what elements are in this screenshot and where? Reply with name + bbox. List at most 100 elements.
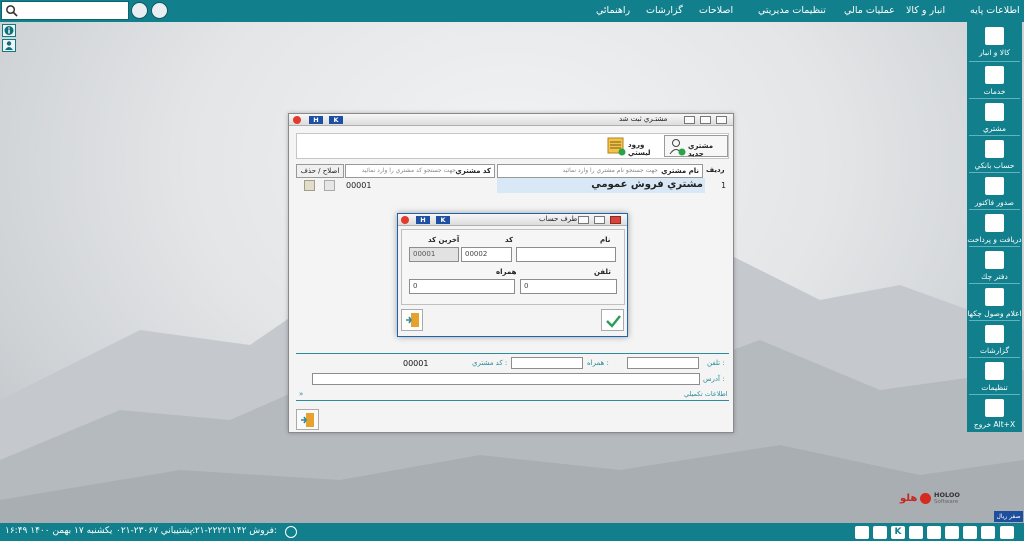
sidebar-item-check-receipt[interactable]: اعلام وصول چكها [967, 285, 1022, 322]
sidebar-item-checkbook[interactable]: دفتر چك [967, 248, 1022, 285]
search-box[interactable] [1, 1, 129, 20]
sidebar-item-invoice[interactable]: صدور فاكتور [967, 174, 1022, 211]
phone-label: تلفن : [707, 359, 725, 367]
table-shortcut-icon[interactable] [963, 526, 977, 539]
user-icon[interactable] [2, 39, 16, 52]
sidebar-item-bank[interactable]: حساب بانكي [967, 137, 1022, 174]
row-customer-name: مشتري فروش عمومي [591, 179, 703, 190]
numbers-shortcut-icon[interactable] [981, 526, 995, 539]
address-label: آدرس : [703, 375, 725, 383]
phone-label: تلفن [594, 268, 611, 276]
reports-icon [985, 325, 1004, 343]
dialog-title: طرف حساب [539, 215, 578, 223]
mail-icon [985, 288, 1004, 306]
customer-detail-panel: تلفن : همراه : كد مشتري : 00001 آدرس : »… [296, 353, 729, 401]
menu-corrections[interactable]: اصلاحات [699, 0, 733, 22]
menu-reports[interactable]: گزارشات [646, 0, 683, 22]
action-toolbar: مشتري جديد ورود ليستي [296, 133, 729, 159]
menu-financial[interactable]: عملیات مالي [844, 0, 895, 22]
gear-icon [985, 362, 1004, 380]
dialog-close-icon[interactable] [401, 216, 409, 224]
calculator-shortcut-icon[interactable] [945, 526, 959, 539]
k-shortcut-icon[interactable]: K [891, 526, 905, 539]
sidebar-item-exit[interactable]: خروج Alt+X [967, 396, 1022, 433]
expand-icon[interactable]: » [299, 390, 303, 398]
edit-delete-header: اصلاح / حذف [296, 164, 344, 178]
code-search-field[interactable]: كد مشتري جهت جستجو كد مشتري را وارد نمائ… [345, 164, 495, 178]
sidebar-item-payment[interactable]: دريافت و پرداخت [967, 211, 1022, 248]
list-shortcut-icon[interactable] [927, 526, 941, 539]
new-customer-button[interactable]: مشتري جديد [664, 135, 728, 158]
logo-dot [920, 493, 931, 504]
name-search-field[interactable]: نام مشتري جهت جستجو نام مشتري را وارد نم… [497, 164, 703, 178]
h-button[interactable]: H [309, 116, 323, 124]
confirm-button[interactable] [601, 309, 624, 331]
dialog-exit-button[interactable] [401, 309, 423, 331]
window-title: مشتـري ثبت شد [619, 115, 668, 123]
services-icon [985, 66, 1004, 84]
sales-phone: ۰۲۱-۲۲۲۲۱۱۴۲ فروش: [190, 526, 277, 536]
add-user-icon [669, 139, 686, 156]
dialog-minimize-button[interactable] [578, 216, 589, 224]
window-close-button[interactable] [716, 116, 727, 124]
last-code-field: 00001 [409, 247, 459, 262]
checkmark-icon [606, 315, 621, 328]
sidebar-item-customer[interactable]: مشتري [967, 100, 1022, 137]
code-field[interactable]: 00002 [461, 247, 512, 262]
minimize-button[interactable] [684, 116, 695, 124]
grid-icon[interactable] [855, 526, 869, 539]
image-shortcut-icon[interactable] [1000, 526, 1014, 539]
list-entry-button[interactable]: ورود ليستي [605, 135, 661, 157]
door-exit-icon [301, 413, 314, 427]
k-button[interactable]: K [329, 116, 343, 124]
customer-code-label: كد مشتري : [472, 359, 508, 367]
sidebar-item-reports[interactable]: گزارشات [967, 322, 1022, 359]
date-time: يكشنبه ۱۷ بهمن ۱۴۰۰ ۱۶:۴۹ [5, 526, 113, 536]
box-icon [985, 27, 1004, 45]
tools-icon[interactable] [873, 526, 887, 539]
sidebar-item-settings[interactable]: تنظيمات [967, 359, 1022, 396]
name-label: نام [600, 236, 611, 244]
more-info-link[interactable]: اطلاعات تكميلي [684, 390, 728, 398]
maximize-button[interactable] [700, 116, 711, 124]
search-input[interactable] [20, 3, 124, 17]
info-icon[interactable] [2, 24, 16, 37]
exit-button[interactable] [296, 409, 319, 430]
calculator-icon[interactable] [131, 2, 148, 19]
account-party-dialog: H K طرف حساب نام كد 00002 آخرين كد 00001… [397, 213, 628, 337]
exit-icon [985, 399, 1004, 417]
mail-shortcut-icon[interactable] [909, 526, 923, 539]
mobile-field[interactable]: 0 [409, 279, 515, 294]
code-label: كد [505, 236, 514, 244]
menu-help[interactable]: راهنمائي [596, 0, 630, 22]
phone-field[interactable]: 0 [520, 279, 617, 294]
phone-field[interactable] [627, 357, 699, 369]
menu-inventory[interactable]: انبار و کالا [906, 0, 945, 22]
menu-management[interactable]: تنظيمات مديريتي [758, 0, 826, 22]
menu-basic-info[interactable]: اطلاعات پایه [970, 0, 1020, 22]
row-number: 1 [721, 181, 727, 190]
last-code-label: آخرين كد [428, 236, 460, 244]
row-customer-code: 00001 [346, 181, 372, 190]
sidebar-item-goods[interactable]: كالا و انبار [967, 24, 1022, 61]
settings-dial-icon[interactable] [151, 2, 168, 19]
dialog-maximize-button[interactable] [594, 216, 605, 224]
close-icon[interactable] [293, 116, 301, 124]
dialog-titlebar: H K طرف حساب [398, 214, 627, 226]
delete-icon[interactable] [324, 180, 335, 191]
mobile-field[interactable] [511, 357, 583, 369]
name-field[interactable] [516, 247, 616, 262]
table-row[interactable]: 1 مشتري فروش عمومي 00001 [296, 178, 729, 193]
dialog-close-button[interactable] [610, 216, 621, 224]
mobile-label: همراه [496, 268, 517, 276]
customer-table-header: رديف نام مشتري جهت جستجو نام مشتري را وا… [296, 164, 729, 178]
dialog-k-button[interactable]: K [436, 216, 450, 224]
sidebar-item-services[interactable]: خدمات [967, 63, 1022, 100]
dialog-h-button[interactable]: H [416, 216, 430, 224]
search-icon[interactable] [5, 4, 18, 17]
currency-badge: صفر ريال [994, 511, 1023, 522]
list-entry-icon [607, 137, 626, 156]
door-exit-icon [406, 313, 419, 327]
address-field[interactable] [312, 373, 700, 385]
edit-icon[interactable] [304, 180, 315, 191]
